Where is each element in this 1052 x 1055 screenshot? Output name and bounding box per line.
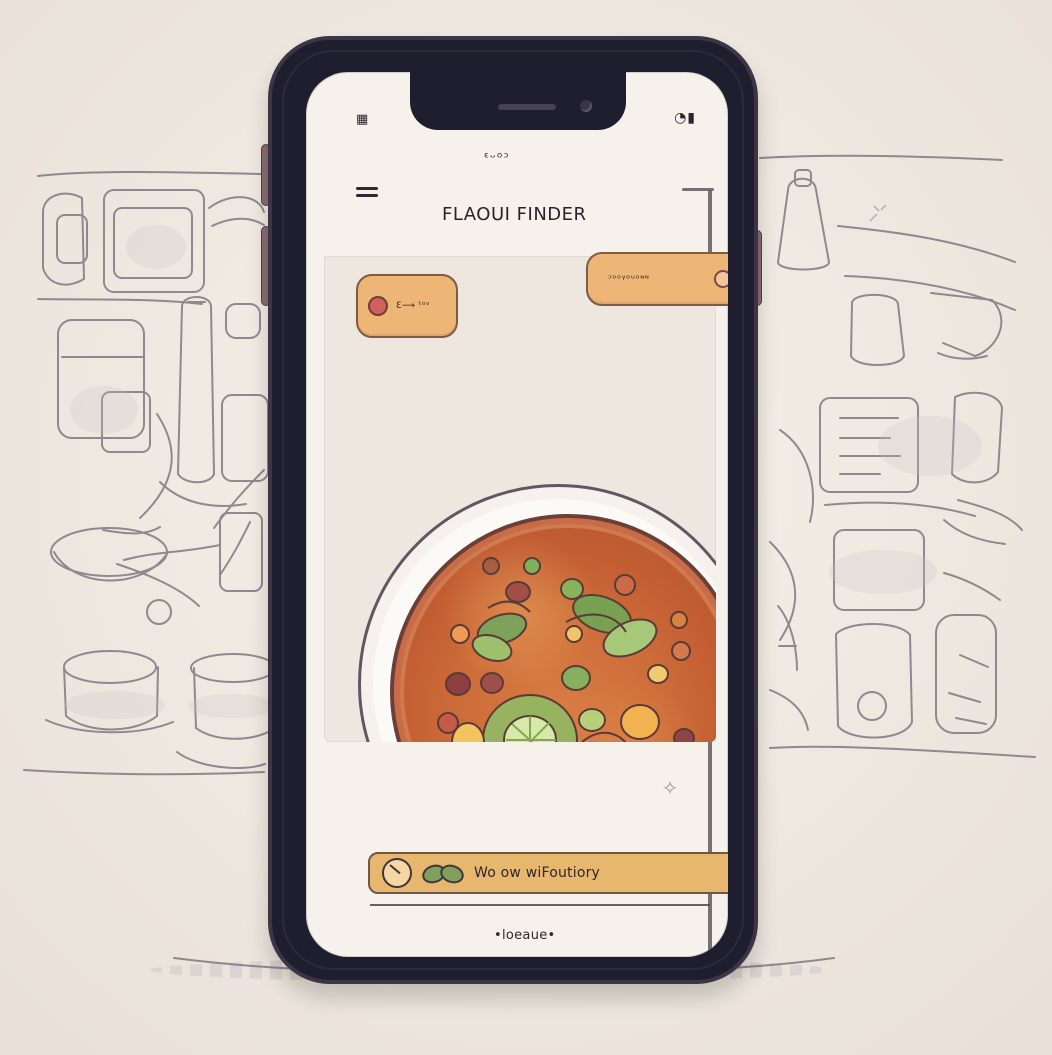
front-camera bbox=[580, 100, 592, 112]
small-brand-text: ᵋᵕᵒᵓ bbox=[484, 150, 510, 166]
menu-button[interactable] bbox=[356, 185, 380, 201]
phone-device: ▦ ◔▮ ᵋᵕᵒᵓ FLAOUI FINDER Ԑ⟶ ᵗᵒᵛ ᵓᵒᵒᵞᵒᵘᵒᶰᶰ… bbox=[268, 36, 758, 984]
flavor-chip-right-label: ᵓᵒᵒᵞᵒᵘᵒᶰᶰ bbox=[608, 273, 650, 285]
soup-image bbox=[404, 528, 716, 742]
menu-icon bbox=[356, 194, 378, 197]
flavor-chip-right[interactable]: ᵓᵒᵒᵞᵒᵘᵒᶰᶰ bbox=[586, 252, 728, 306]
phone-screen: ▦ ◔▮ ᵋᵕᵒᵓ FLAOUI FINDER Ԑ⟶ ᵗᵒᵛ ᵓᵒᵒᵞᵒᵘᵒᶰᶰ… bbox=[306, 72, 728, 957]
illustrated-scene: ▦ ◔▮ ᵋᵕᵒᵓ FLAOUI FINDER Ԑ⟶ ᵗᵒᵛ ᵓᵒᵒᵞᵒᵘᵒᶰᶰ… bbox=[0, 0, 1052, 1055]
app-title: FLAOUI FINDER bbox=[442, 204, 587, 225]
sparkle-icon: ✧ bbox=[661, 776, 679, 800]
flavor-chip-left-label: Ԑ⟶ ᵗᵒᵛ bbox=[396, 301, 431, 311]
recipe-action-label: Wo ow wiFoutiory bbox=[474, 865, 601, 881]
menu-icon bbox=[356, 187, 378, 190]
play-icon bbox=[382, 858, 412, 888]
speaker-grill bbox=[498, 104, 556, 110]
recipe-action-bar[interactable]: Wo ow wiFoutiory bbox=[368, 852, 728, 894]
status-indicator-right: ◔▮ bbox=[674, 110, 696, 126]
soup-bowl bbox=[390, 514, 716, 742]
status-dot-icon bbox=[714, 270, 728, 288]
soup-ingredients bbox=[437, 557, 695, 742]
phone-notch bbox=[410, 72, 626, 130]
flavor-chip-left[interactable]: Ԑ⟶ ᵗᵒᵛ bbox=[356, 274, 458, 338]
footer-text: •loeaue• bbox=[494, 928, 556, 943]
ingredient-icon bbox=[368, 296, 388, 316]
footer-divider bbox=[370, 904, 710, 906]
leaf-icon bbox=[422, 862, 464, 884]
status-indicator-left: ▦ bbox=[356, 112, 370, 127]
